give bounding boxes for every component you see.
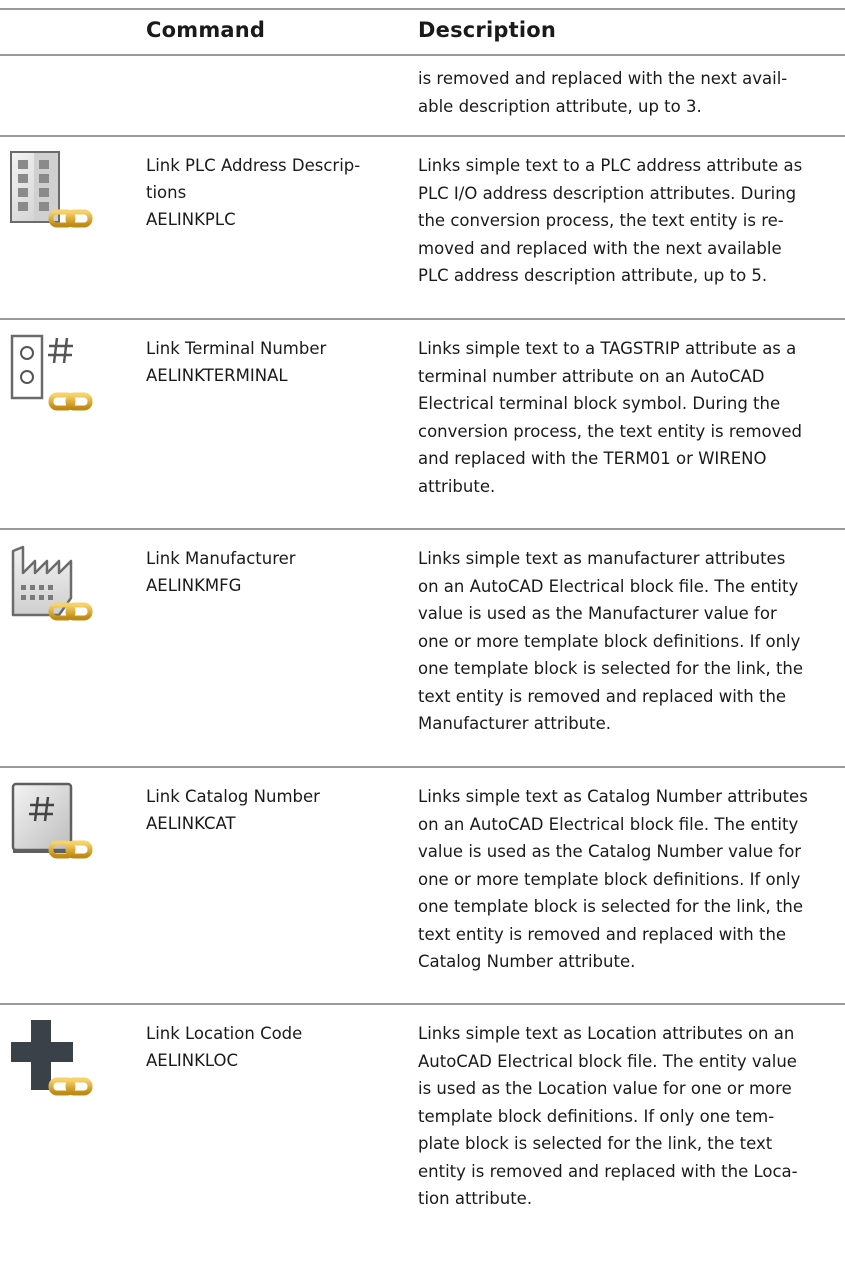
description-line: Links simple text as manufacturer attrib… bbox=[418, 549, 786, 568]
description-cell: Links simple text to a TAGSTRIP attribut… bbox=[418, 335, 845, 500]
table-row-plc: Link PLC Address Descrip- tions AELINKPL… bbox=[0, 135, 845, 318]
description-cell: Links simple text as Catalog Number attr… bbox=[418, 783, 845, 976]
description-line: is used as the Location value for one or… bbox=[418, 1079, 792, 1098]
description-line: and replaced with the TERM01 or WIRENO bbox=[418, 449, 767, 468]
command-name-line: Link Catalog Number bbox=[146, 787, 320, 806]
description-line: one or more template block definitions. … bbox=[418, 631, 801, 651]
command-id: AELINKLOC bbox=[146, 1051, 239, 1070]
description-line: template block definitions. If only one … bbox=[418, 1106, 775, 1126]
description-line: text entity is removed and replaced with… bbox=[418, 686, 787, 706]
command-column-header: Command bbox=[146, 18, 266, 42]
continued-description-line: is removed and replaced with the next av… bbox=[418, 69, 788, 88]
description-line: conversion process, the text entity is r… bbox=[418, 421, 803, 441]
description-line: Links simple text to a TAGSTRIP attribut… bbox=[418, 339, 797, 358]
description-line: on an AutoCAD Electrical block file. The… bbox=[418, 576, 799, 596]
description-line: text entity is removed and replaced with… bbox=[418, 924, 787, 944]
description-column-header: Description bbox=[418, 18, 557, 42]
description-line: Links simple text to a PLC address attri… bbox=[418, 156, 803, 175]
command-cell: Link Catalog Number AELINKCAT bbox=[146, 783, 396, 837]
description-line: entity is removed and replaced with the … bbox=[418, 1161, 798, 1181]
description-line: Links simple text as Catalog Number attr… bbox=[418, 787, 808, 806]
command-id: AELINKPLC bbox=[146, 210, 236, 229]
continued-description: is removed and replaced with the next av… bbox=[418, 65, 787, 120]
command-name-line: Link PLC Address Descrip- bbox=[146, 156, 361, 175]
description-line: tion attribute. bbox=[418, 1189, 533, 1208]
description-cell: Links simple text to a PLC address attri… bbox=[418, 152, 845, 290]
description-line: the conversion process, the text entity … bbox=[418, 211, 784, 230]
description-line: value is used as the Manufacturer value … bbox=[418, 604, 777, 623]
description-line: one template block is selected for the l… bbox=[418, 659, 804, 678]
description-line: moved and replaced with the next availab… bbox=[418, 238, 782, 258]
command-id: AELINKTERMINAL bbox=[146, 366, 288, 385]
description-cell: Links simple text as Location attributes… bbox=[418, 1020, 845, 1213]
description-line: Manufacturer attribute. bbox=[418, 714, 611, 733]
description-line: one template block is selected for the l… bbox=[418, 897, 804, 916]
location-code-link-icon bbox=[11, 1020, 93, 1096]
table-row-location: Link Location Code AELINKLOC Links simpl… bbox=[0, 1003, 845, 1253]
continued-description-line: able description attribute, up to 3. bbox=[418, 96, 702, 116]
description-line: one or more template block definitions. … bbox=[418, 869, 801, 889]
description-line: AutoCAD Electrical block file. The entit… bbox=[418, 1051, 797, 1071]
description-line: Catalog Number attribute. bbox=[418, 952, 636, 971]
description-line: Electrical terminal block symbol. During… bbox=[418, 394, 781, 413]
description-line: plate block is selected for the link, th… bbox=[418, 1134, 773, 1153]
command-cell: Link Terminal Number AELINKTERMINAL bbox=[146, 335, 396, 389]
description-line: attribute. bbox=[418, 476, 496, 496]
description-line: terminal number attribute on an AutoCAD bbox=[418, 366, 765, 386]
description-line: value is used as the Catalog Number valu… bbox=[418, 842, 802, 861]
command-table: Command Description is removed and repla… bbox=[0, 0, 845, 1265]
command-cell: Link Manufacturer AELINKMFG bbox=[146, 545, 396, 599]
command-name-line: Link Location Code bbox=[146, 1024, 303, 1043]
table-row-manufacturer: Link Manufacturer AELINKMFG Links simple… bbox=[0, 528, 845, 766]
terminal-number-link-icon bbox=[10, 334, 93, 411]
description-line: Links simple text as Location attributes… bbox=[418, 1024, 795, 1043]
catalog-number-link-icon bbox=[11, 782, 93, 859]
table-row-catalog: Link Catalog Number AELINKCAT Links simp… bbox=[0, 766, 845, 1003]
header-rule bbox=[0, 54, 845, 56]
command-name-line: tions bbox=[146, 183, 187, 202]
command-cell: Link Location Code AELINKLOC bbox=[146, 1020, 396, 1074]
plc-address-link-icon bbox=[10, 151, 93, 228]
description-line: PLC address description attribute, up to… bbox=[418, 266, 768, 285]
description-line: on an AutoCAD Electrical block file. The… bbox=[418, 814, 799, 834]
command-name-line: Link Terminal Number bbox=[146, 339, 327, 358]
manufacturer-link-icon bbox=[11, 545, 93, 621]
command-cell: Link PLC Address Descrip- tions AELINKPL… bbox=[146, 152, 396, 233]
command-id: AELINKMFG bbox=[146, 576, 242, 595]
command-id: AELINKCAT bbox=[146, 814, 236, 833]
table-row-terminal: Link Terminal Number AELINKTERMINAL Link… bbox=[0, 318, 845, 528]
table-top-rule bbox=[0, 8, 845, 10]
description-cell: Links simple text as manufacturer attrib… bbox=[418, 545, 845, 738]
description-line: PLC I/O address description attributes. … bbox=[418, 183, 797, 203]
command-name-line: Link Manufacturer bbox=[146, 549, 296, 568]
